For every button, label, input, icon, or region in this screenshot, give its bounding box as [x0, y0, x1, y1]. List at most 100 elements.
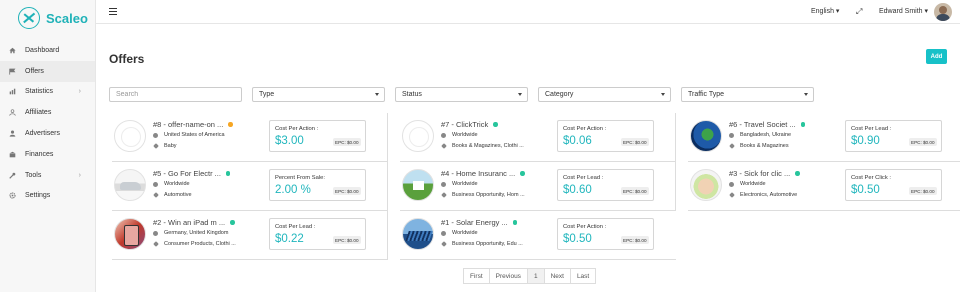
- offer-title[interactable]: #6 - Travel Societ ...: [729, 120, 806, 129]
- offer-card[interactable]: #1 - Solar Energy ... Worldwide Business…: [400, 211, 676, 260]
- price-box: Cost Per Lead : $0.90 EPC: $0.00: [845, 120, 942, 152]
- price-label: Cost Per Action :: [275, 126, 319, 132]
- sidebar-item-label: Statistics: [25, 88, 54, 96]
- status-dot: [230, 220, 235, 225]
- offer-geo: Bangladesh, Ukraine: [729, 132, 791, 138]
- offer-card[interactable]: #3 - Sick for clic ... Worldwide Electro…: [688, 162, 960, 211]
- sidebar-item-affiliates[interactable]: Affiliates: [0, 102, 95, 123]
- sidebar-item-offers[interactable]: Offers: [0, 60, 95, 82]
- gear-icon: [9, 192, 16, 200]
- offer-card[interactable]: #4 - Home Insuranc ... Worldwide Busines…: [400, 162, 676, 211]
- sidebar-item-label: Tools: [25, 171, 42, 179]
- current-page-button[interactable]: 1: [526, 268, 545, 284]
- globe-icon: [441, 132, 446, 138]
- offer-title[interactable]: #1 - Solar Energy ...: [441, 218, 518, 227]
- sidebar-item-advertisers[interactable]: Advertisers: [0, 123, 95, 144]
- logo[interactable]: Scaleo: [0, 0, 95, 36]
- epc-badge: EPC: $0.00: [620, 236, 649, 244]
- page-title: Offers: [109, 52, 145, 66]
- building-icon: [9, 151, 16, 158]
- tag-icon: [152, 192, 159, 198]
- epc-badge: EPC: $0.00: [620, 187, 649, 195]
- tag-icon: [440, 192, 447, 198]
- price-box: Cost Per Action : $0.50 EPC: $0.00: [557, 218, 654, 250]
- offer-title[interactable]: #4 - Home Insuranc ...: [441, 169, 525, 178]
- sidebar-item-label: Settings: [25, 192, 51, 200]
- language-selector[interactable]: English ▾: [811, 7, 839, 15]
- price-box: Cost Per Click : $0.50 EPC: $0.00: [845, 169, 942, 201]
- price-box: Cost Per Action : $3.00 EPC: $0.00: [269, 120, 366, 152]
- offer-title[interactable]: #8 - offer-name-on ...: [153, 120, 233, 129]
- globe-icon: [153, 181, 158, 187]
- offer-geo: Worldwide: [441, 132, 478, 138]
- type-filter[interactable]: Type: [252, 87, 385, 102]
- price-box: Percent From Sale: 2.00 % EPC: $0.00: [269, 169, 366, 201]
- offer-category: Consumer Products, Clothi ...: [152, 241, 236, 247]
- previous-page-button[interactable]: Previous: [488, 268, 528, 284]
- chart-icon: [9, 88, 16, 95]
- offer-title[interactable]: #7 - ClickTrick: [441, 120, 498, 129]
- flag-icon: [9, 68, 16, 75]
- pagination: First Previous 1 Next Last: [463, 268, 597, 284]
- wrench-icon: [9, 172, 16, 179]
- globe-icon: [441, 230, 446, 236]
- offer-image: [402, 218, 434, 250]
- next-page-button[interactable]: Next: [543, 268, 571, 284]
- offer-image: [114, 120, 146, 152]
- offer-image: [114, 169, 146, 201]
- offer-card[interactable]: #2 - Win an iPad m ... Germany, United K…: [112, 211, 388, 260]
- offer-image: [402, 120, 434, 152]
- price-value: $0.50: [563, 233, 592, 245]
- sidebar-item-statistics[interactable]: Statistics ›: [0, 82, 95, 103]
- home-icon: [9, 47, 16, 54]
- caret-down-icon: [375, 93, 379, 96]
- offer-card[interactable]: #6 - Travel Societ ... Bangladesh, Ukrai…: [688, 113, 960, 162]
- offer-category: Books & Magazines, Clothi ...: [440, 143, 524, 149]
- price-label: Cost Per Click :: [851, 175, 891, 181]
- traffic-type-filter[interactable]: Traffic Type: [681, 87, 814, 102]
- offer-title[interactable]: #5 - Go For Electr ...: [153, 169, 231, 178]
- epc-badge: EPC: $0.00: [332, 138, 361, 146]
- sidebar-item-finances[interactable]: Finances: [0, 144, 95, 165]
- price-box: Cost Per Lead : $0.22 EPC: $0.00: [269, 218, 366, 250]
- user-menu[interactable]: Edward Smith ▾: [879, 7, 928, 15]
- menu-toggle-icon[interactable]: [109, 8, 117, 15]
- sidebar-item-tools[interactable]: Tools ›: [0, 165, 95, 186]
- category-filter[interactable]: Category: [538, 87, 671, 102]
- fullscreen-icon[interactable]: ⤢: [856, 7, 862, 17]
- status-dot: [225, 171, 231, 176]
- status-filter[interactable]: Status: [395, 87, 528, 102]
- price-value: $0.22: [275, 233, 304, 245]
- sidebar-item-dashboard[interactable]: Dashboard: [0, 40, 95, 61]
- offer-card[interactable]: #5 - Go For Electr ... Worldwide Automot…: [112, 162, 388, 211]
- offer-title[interactable]: #3 - Sick for clic ...: [729, 169, 800, 178]
- price-label: Cost Per Action :: [563, 224, 607, 230]
- globe-icon: [729, 132, 734, 138]
- last-page-button[interactable]: Last: [569, 268, 597, 284]
- offer-category: Electronics, Automotive: [728, 192, 797, 198]
- price-box: Cost Per Lead : $0.60 EPC: $0.00: [557, 169, 654, 201]
- price-value: $3.00: [275, 135, 304, 147]
- tag-icon: [728, 192, 735, 198]
- epc-badge: EPC: $0.00: [908, 138, 937, 146]
- offer-card[interactable]: #7 - ClickTrick Worldwide Books & Magazi…: [400, 113, 676, 162]
- price-value: $0.50: [851, 184, 880, 196]
- offer-geo: Worldwide: [153, 181, 190, 187]
- search-input[interactable]: [109, 87, 242, 102]
- offer-title[interactable]: #2 - Win an iPad m ...: [153, 218, 235, 227]
- add-offer-button[interactable]: Add: [926, 49, 947, 64]
- price-label: Cost Per Lead :: [851, 126, 892, 132]
- affiliates-icon: [9, 109, 16, 117]
- tag-icon: [152, 143, 159, 149]
- chevron-right-icon: ›: [78, 171, 81, 179]
- price-value: $0.06: [563, 135, 592, 147]
- sidebar-item-settings[interactable]: Settings: [0, 186, 95, 207]
- offer-card[interactable]: #8 - offer-name-on ... United States of …: [112, 113, 388, 162]
- sidebar-item-label: Offers: [25, 67, 44, 75]
- sidebar-item-label: Dashboard: [25, 46, 60, 54]
- epc-badge: EPC: $0.00: [332, 187, 361, 195]
- chevron-right-icon: ›: [78, 88, 81, 96]
- status-dot: [520, 171, 525, 176]
- avatar[interactable]: [934, 3, 952, 21]
- first-page-button[interactable]: First: [463, 268, 490, 284]
